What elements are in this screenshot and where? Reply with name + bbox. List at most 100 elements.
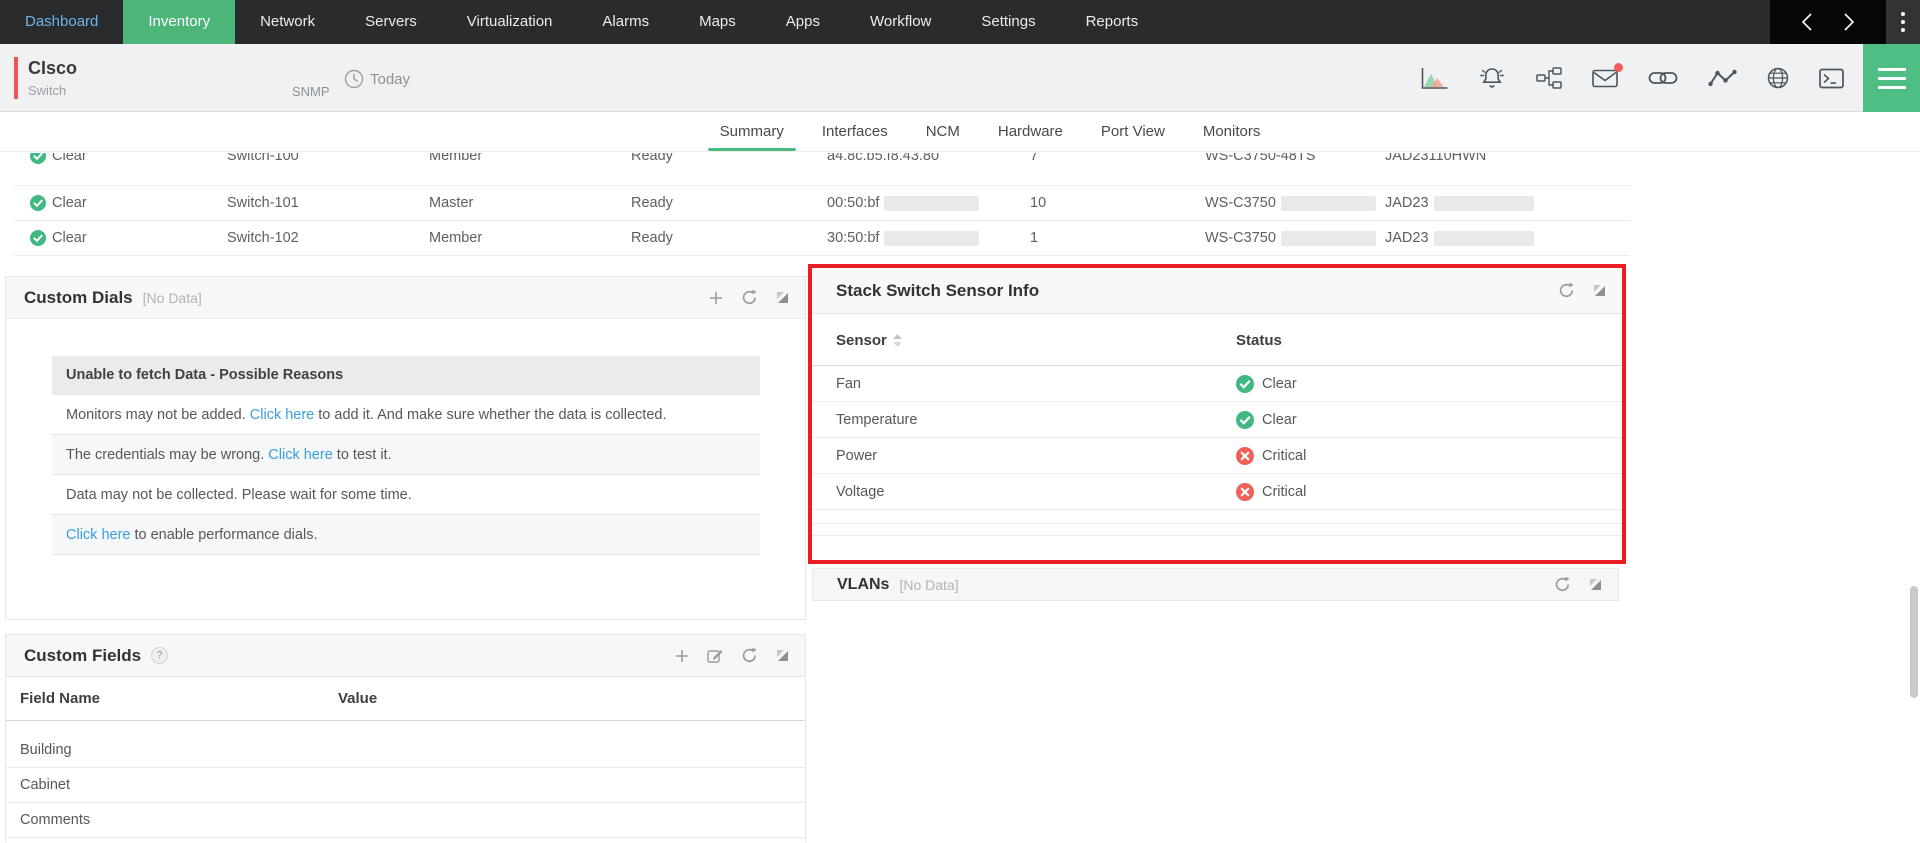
vlans-panel: VLANs [No Data] [812, 568, 1619, 601]
panel-title: Stack Switch Sensor Info [836, 281, 1039, 301]
row-ports: 1 [1030, 221, 1038, 256]
custom-field-row[interactable]: Comments [6, 803, 805, 838]
custom-field-row[interactable]: Building [6, 733, 805, 768]
custom-field-row[interactable]: Cabinet [6, 768, 805, 803]
nav-spacer [1163, 0, 1770, 44]
sensor-row[interactable]: Temperature Clear [812, 402, 1622, 438]
panel-title: Custom Fields [24, 646, 141, 666]
redaction-box [884, 196, 979, 211]
row-state: Ready [631, 221, 673, 256]
row-name: Switch-101 [227, 186, 299, 221]
fetch-box-title: Unable to fetch Data - Possible Reasons [52, 356, 760, 394]
device-type: Switch [28, 83, 66, 98]
refresh-icon[interactable] [741, 289, 758, 306]
nav-servers[interactable]: Servers [340, 0, 442, 44]
workflow-icon[interactable] [1536, 67, 1562, 89]
table-row[interactable]: Clear Switch-100 Member Ready a4.8c.b5.f… [14, 153, 1630, 186]
sensor-panel-header: Stack Switch Sensor Info [812, 268, 1622, 314]
nav-dashboard[interactable]: Dashboard [0, 0, 123, 44]
tab-hardware[interactable]: Hardware [992, 112, 1069, 151]
expand-icon[interactable] [776, 291, 789, 304]
custom-dials-panel: Custom Dials [No Data] Unable to fetch D… [5, 276, 806, 620]
table-row[interactable]: Clear Switch-102 Member Ready 30:50:bf 1… [14, 221, 1630, 256]
device-tabs: Summary Interfaces NCM Hardware Port Vie… [0, 112, 1920, 152]
scroll-right-icon[interactable] [1843, 12, 1855, 32]
sensor-column-sort[interactable]: Sensor [836, 314, 902, 366]
nav-inventory[interactable]: Inventory [123, 0, 235, 44]
row-model: WS-C3750 [1205, 221, 1376, 256]
tab-ncm[interactable]: NCM [920, 112, 966, 151]
row-mac: 30:50:bf [827, 221, 979, 256]
expand-icon[interactable] [1593, 284, 1606, 297]
custom-dials-header: Custom Dials [No Data] [6, 277, 805, 319]
more-options-kebab-icon[interactable] [1886, 0, 1920, 44]
link-icon[interactable] [1648, 70, 1678, 86]
row-serial: JAD23 [1385, 186, 1534, 221]
unable-to-fetch-box: Unable to fetch Data - Possible Reasons … [52, 356, 760, 555]
alarm-bell-icon[interactable] [1478, 66, 1506, 90]
no-data-label: [No Data] [899, 577, 958, 593]
tab-interfaces[interactable]: Interfaces [816, 112, 894, 151]
expand-icon[interactable] [776, 649, 789, 662]
refresh-icon[interactable] [1558, 282, 1575, 299]
sensor-row[interactable]: Power Critical [812, 438, 1622, 474]
tab-monitors[interactable]: Monitors [1197, 112, 1267, 151]
help-icon[interactable]: ? [151, 647, 168, 664]
fetch-reason: Click here to enable performance dials. [52, 514, 760, 554]
expand-icon[interactable] [1589, 578, 1602, 591]
nav-network[interactable]: Network [235, 0, 340, 44]
row-status: Clear [52, 153, 87, 174]
stack-switch-sensor-info-panel: Stack Switch Sensor Info Sensor Status F… [808, 264, 1626, 564]
add-dial-icon[interactable] [709, 291, 723, 305]
nav-apps[interactable]: Apps [761, 0, 845, 44]
fetch-reason: Monitors may not be added. Click here to… [52, 394, 760, 434]
nav-virtualization[interactable]: Virtualization [442, 0, 578, 44]
time-period-selector[interactable]: Today [370, 71, 410, 88]
performance-chart-icon[interactable] [1421, 67, 1448, 90]
mail-notification-icon[interactable] [1592, 68, 1618, 88]
row-serial: JAD23 [1385, 221, 1534, 256]
custom-fields-header: Custom Fields ? [6, 635, 805, 677]
redaction-box [1281, 196, 1376, 211]
panel-title: Custom Dials [24, 288, 133, 308]
nav-reports[interactable]: Reports [1061, 0, 1164, 44]
protocol-label: SNMP [292, 84, 330, 99]
nav-alarms[interactable]: Alarms [577, 0, 674, 44]
row-state: Ready [631, 153, 673, 174]
top-navigation: Dashboard Inventory Network Servers Virt… [0, 0, 1920, 44]
device-header: CIsco Switch SNMP Today [0, 44, 1920, 112]
sensor-row[interactable]: Voltage Critical [812, 474, 1622, 510]
sensor-table-header: Sensor Status [812, 314, 1622, 366]
row-model: WS-C3750 [1205, 186, 1376, 221]
stack-members-table: Clear Switch-100 Member Ready a4.8c.b5.f… [14, 153, 1630, 256]
edit-icon[interactable] [707, 648, 723, 664]
tab-summary[interactable]: Summary [714, 112, 790, 151]
refresh-icon[interactable] [741, 647, 758, 664]
row-model: WS-C3750-48TS [1205, 153, 1315, 174]
refresh-icon[interactable] [1554, 576, 1571, 593]
fetch-reason: The credentials may be wrong. Click here… [52, 434, 760, 474]
status-clear-icon [30, 195, 46, 211]
click-here-link[interactable]: Click here [268, 447, 332, 463]
row-mac: 00:50:bf [827, 186, 979, 221]
nav-settings[interactable]: Settings [956, 0, 1060, 44]
scroll-left-icon[interactable] [1801, 12, 1813, 32]
click-here-link[interactable]: Click here [250, 407, 314, 423]
vertical-scrollbar-thumb[interactable] [1910, 586, 1918, 698]
main-menu-button[interactable] [1863, 44, 1920, 112]
line-graph-icon[interactable] [1708, 69, 1737, 87]
click-here-link[interactable]: Click here [66, 527, 130, 543]
nav-maps[interactable]: Maps [674, 0, 761, 44]
add-field-icon[interactable] [675, 649, 689, 663]
custom-fields-panel: Custom Fields ? Field Name Value Buildin… [5, 634, 806, 842]
nav-workflow[interactable]: Workflow [845, 0, 956, 44]
tab-port-view[interactable]: Port View [1095, 112, 1171, 151]
sensor-row[interactable]: Fan Clear [812, 366, 1622, 402]
redaction-box [1434, 231, 1534, 246]
status-column: Status [1236, 314, 1282, 366]
terminal-icon[interactable] [1819, 68, 1844, 89]
row-role: Member [429, 153, 482, 174]
fetch-reason: Data may not be collected. Please wait f… [52, 474, 760, 514]
table-row[interactable]: Clear Switch-101 Master Ready 00:50:bf 1… [14, 186, 1630, 221]
globe-icon[interactable] [1767, 67, 1789, 89]
